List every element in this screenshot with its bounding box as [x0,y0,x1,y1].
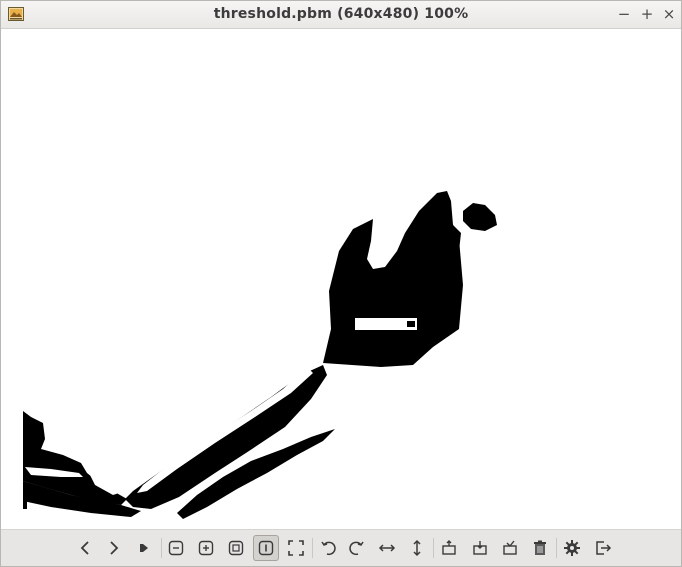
chevron-right-icon [110,541,119,555]
threshold-image [1,29,681,529]
quit-button[interactable] [590,535,616,561]
slideshow-button[interactable] [131,535,157,561]
minimize-button[interactable]: − [614,3,634,25]
title-bar[interactable]: threshold.pbm (640x480) 100% − + × [1,1,681,29]
save-as-icon [503,540,517,555]
toolbar-separator [161,538,162,558]
original-size-icon [258,540,274,556]
zoom-fit-button[interactable] [223,535,249,561]
delete-button[interactable] [527,535,553,561]
save-as-button[interactable] [497,535,523,561]
next-button[interactable] [101,535,127,561]
fullscreen-icon [288,540,304,556]
trash-icon [534,540,546,555]
preferences-button[interactable] [559,535,585,561]
chevron-left-icon [80,541,89,555]
zoom-original-button[interactable] [253,535,279,561]
fit-window-icon [228,540,244,556]
image-viewport[interactable] [1,29,681,529]
rotate-left-button[interactable] [315,535,341,561]
flip-vertical-icon [413,539,421,557]
close-button[interactable]: × [659,3,679,25]
rotate-right-icon [349,541,364,556]
toolbar-separator [556,538,557,558]
fullscreen-button[interactable] [283,535,309,561]
open-file-icon [442,540,456,555]
exit-icon [596,541,612,555]
zoom-in-icon [198,540,214,556]
zoom-out-icon [168,540,184,556]
flip-vertical-button[interactable] [404,535,430,561]
rotate-right-button[interactable] [344,535,370,561]
zoom-in-button[interactable] [193,535,219,561]
zoom-out-button[interactable] [163,535,189,561]
open-button[interactable] [436,535,462,561]
save-file-icon [473,541,487,555]
save-button[interactable] [467,535,493,561]
rotate-left-icon [321,541,336,556]
previous-button[interactable] [72,535,98,561]
image-viewer-window: threshold.pbm (640x480) 100% − + × [0,0,682,567]
toolbar-separator [312,538,313,558]
play-icon [140,544,148,552]
toolbar-separator [433,538,434,558]
flip-horizontal-button[interactable] [374,535,400,561]
flip-horizontal-icon [378,544,396,552]
gear-icon [564,540,580,556]
toolbar [1,529,681,566]
window-title: threshold.pbm (640x480) 100% [213,6,469,22]
maximize-button[interactable]: + [637,3,657,25]
